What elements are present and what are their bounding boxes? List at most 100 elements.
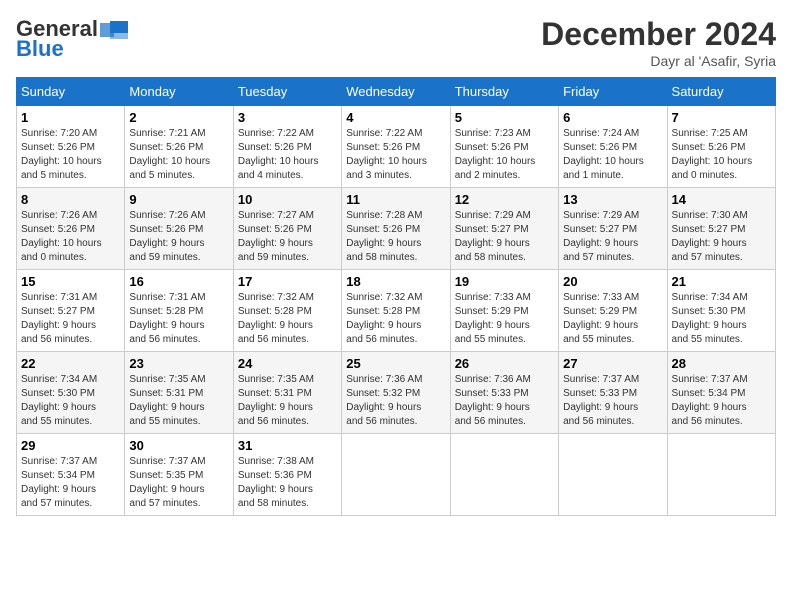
- day-number: 4: [346, 110, 445, 125]
- day-info: Sunrise: 7:37 AM Sunset: 5:35 PM Dayligh…: [129, 455, 228, 511]
- day-number: 9: [129, 192, 228, 207]
- calendar-cell: 2 Sunrise: 7:21 AM Sunset: 5:26 PM Daylig…: [125, 106, 233, 188]
- day-number: 29: [21, 438, 120, 453]
- calendar-cell: 16 Sunrise: 7:31 AM Sunset: 5:28 PM Dayli…: [125, 270, 233, 352]
- calendar-cell: 9 Sunrise: 7:26 AM Sunset: 5:26 PM Daylig…: [125, 188, 233, 270]
- day-number: 20: [563, 274, 662, 289]
- calendar-cell: 13 Sunrise: 7:29 AM Sunset: 5:27 PM Dayli…: [559, 188, 667, 270]
- header-day-sunday: Sunday: [17, 78, 125, 106]
- day-info: Sunrise: 7:24 AM Sunset: 5:26 PM Dayligh…: [563, 127, 662, 183]
- calendar-cell: [667, 434, 775, 516]
- day-info: Sunrise: 7:36 AM Sunset: 5:33 PM Dayligh…: [455, 373, 554, 429]
- calendar-cell: 26 Sunrise: 7:36 AM Sunset: 5:33 PM Dayli…: [450, 352, 558, 434]
- day-number: 25: [346, 356, 445, 371]
- calendar-cell: 18 Sunrise: 7:32 AM Sunset: 5:28 PM Dayli…: [342, 270, 450, 352]
- month-title: December 2024: [541, 16, 776, 53]
- calendar-cell: 27 Sunrise: 7:37 AM Sunset: 5:33 PM Dayli…: [559, 352, 667, 434]
- calendar-cell: 28Sunrise: 7:37 AM Sunset: 5:34 PM Dayli…: [667, 352, 775, 434]
- day-info: Sunrise: 7:22 AM Sunset: 5:26 PM Dayligh…: [346, 127, 445, 183]
- calendar-cell: 15Sunrise: 7:31 AM Sunset: 5:27 PM Dayli…: [17, 270, 125, 352]
- title-area: December 2024 Dayr al 'Asafir, Syria: [541, 16, 776, 69]
- calendar-cell: 1 Sunrise: 7:20 AM Sunset: 5:26 PM Daylig…: [17, 106, 125, 188]
- day-number: 21: [672, 274, 771, 289]
- day-info: Sunrise: 7:26 AM Sunset: 5:26 PM Dayligh…: [21, 209, 120, 265]
- day-number: 2: [129, 110, 228, 125]
- day-number: 22: [21, 356, 120, 371]
- calendar-cell: 3 Sunrise: 7:22 AM Sunset: 5:26 PM Daylig…: [233, 106, 341, 188]
- logo: General Blue: [16, 16, 130, 62]
- day-info: Sunrise: 7:35 AM Sunset: 5:31 PM Dayligh…: [238, 373, 337, 429]
- day-number: 23: [129, 356, 228, 371]
- header-day-saturday: Saturday: [667, 78, 775, 106]
- calendar-cell: 31 Sunrise: 7:38 AM Sunset: 5:36 PM Dayli…: [233, 434, 341, 516]
- day-info: Sunrise: 7:33 AM Sunset: 5:29 PM Dayligh…: [563, 291, 662, 347]
- day-info: Sunrise: 7:27 AM Sunset: 5:26 PM Dayligh…: [238, 209, 337, 265]
- header-day-monday: Monday: [125, 78, 233, 106]
- page-header: General Blue December 2024 Dayr al 'Asaf…: [16, 16, 776, 69]
- day-info: Sunrise: 7:20 AM Sunset: 5:26 PM Dayligh…: [21, 127, 120, 183]
- day-info: Sunrise: 7:34 AM Sunset: 5:30 PM Dayligh…: [21, 373, 120, 429]
- calendar-cell: 20 Sunrise: 7:33 AM Sunset: 5:29 PM Dayli…: [559, 270, 667, 352]
- location-title: Dayr al 'Asafir, Syria: [541, 53, 776, 69]
- calendar-cell: 25 Sunrise: 7:36 AM Sunset: 5:32 PM Dayli…: [342, 352, 450, 434]
- calendar-cell: 6Sunrise: 7:24 AM Sunset: 5:26 PM Daylig…: [559, 106, 667, 188]
- header-day-friday: Friday: [559, 78, 667, 106]
- week-row-3: 15Sunrise: 7:31 AM Sunset: 5:27 PM Dayli…: [17, 270, 776, 352]
- calendar-cell: 22 Sunrise: 7:34 AM Sunset: 5:30 PM Dayli…: [17, 352, 125, 434]
- day-info: Sunrise: 7:31 AM Sunset: 5:27 PM Dayligh…: [21, 291, 120, 347]
- day-info: Sunrise: 7:29 AM Sunset: 5:27 PM Dayligh…: [563, 209, 662, 265]
- calendar-cell: [559, 434, 667, 516]
- header-day-thursday: Thursday: [450, 78, 558, 106]
- day-info: Sunrise: 7:22 AM Sunset: 5:26 PM Dayligh…: [238, 127, 337, 183]
- calendar-body: 1 Sunrise: 7:20 AM Sunset: 5:26 PM Daylig…: [17, 106, 776, 516]
- calendar-cell: 24 Sunrise: 7:35 AM Sunset: 5:31 PM Dayli…: [233, 352, 341, 434]
- day-info: Sunrise: 7:32 AM Sunset: 5:28 PM Dayligh…: [346, 291, 445, 347]
- calendar-cell: 12Sunrise: 7:29 AM Sunset: 5:27 PM Dayli…: [450, 188, 558, 270]
- day-info: Sunrise: 7:23 AM Sunset: 5:26 PM Dayligh…: [455, 127, 554, 183]
- calendar-cell: 21 Sunrise: 7:34 AM Sunset: 5:30 PM Dayli…: [667, 270, 775, 352]
- day-number: 17: [238, 274, 337, 289]
- day-info: Sunrise: 7:32 AM Sunset: 5:28 PM Dayligh…: [238, 291, 337, 347]
- day-info: Sunrise: 7:26 AM Sunset: 5:26 PM Dayligh…: [129, 209, 228, 265]
- calendar-cell: [342, 434, 450, 516]
- calendar-cell: 30 Sunrise: 7:37 AM Sunset: 5:35 PM Dayli…: [125, 434, 233, 516]
- day-number: 3: [238, 110, 337, 125]
- day-info: Sunrise: 7:35 AM Sunset: 5:31 PM Dayligh…: [129, 373, 228, 429]
- day-number: 31: [238, 438, 337, 453]
- day-number: 12: [455, 192, 554, 207]
- day-number: 19: [455, 274, 554, 289]
- calendar-cell: 4 Sunrise: 7:22 AM Sunset: 5:26 PM Daylig…: [342, 106, 450, 188]
- calendar-cell: 14Sunrise: 7:30 AM Sunset: 5:27 PM Dayli…: [667, 188, 775, 270]
- day-number: 24: [238, 356, 337, 371]
- day-number: 30: [129, 438, 228, 453]
- calendar-cell: 7Sunrise: 7:25 AM Sunset: 5:26 PM Daylig…: [667, 106, 775, 188]
- day-number: 18: [346, 274, 445, 289]
- day-number: 1: [21, 110, 120, 125]
- calendar-cell: 8 Sunrise: 7:26 AM Sunset: 5:26 PM Daylig…: [17, 188, 125, 270]
- calendar-cell: 10Sunrise: 7:27 AM Sunset: 5:26 PM Dayli…: [233, 188, 341, 270]
- calendar-cell: 19Sunrise: 7:33 AM Sunset: 5:29 PM Dayli…: [450, 270, 558, 352]
- day-info: Sunrise: 7:31 AM Sunset: 5:28 PM Dayligh…: [129, 291, 228, 347]
- day-number: 13: [563, 192, 662, 207]
- calendar-cell: 29Sunrise: 7:37 AM Sunset: 5:34 PM Dayli…: [17, 434, 125, 516]
- logo-icon: [100, 19, 130, 41]
- day-info: Sunrise: 7:34 AM Sunset: 5:30 PM Dayligh…: [672, 291, 771, 347]
- day-number: 16: [129, 274, 228, 289]
- day-number: 5: [455, 110, 554, 125]
- day-number: 26: [455, 356, 554, 371]
- calendar-cell: 17 Sunrise: 7:32 AM Sunset: 5:28 PM Dayli…: [233, 270, 341, 352]
- day-info: Sunrise: 7:21 AM Sunset: 5:26 PM Dayligh…: [129, 127, 228, 183]
- week-row-5: 29Sunrise: 7:37 AM Sunset: 5:34 PM Dayli…: [17, 434, 776, 516]
- day-info: Sunrise: 7:38 AM Sunset: 5:36 PM Dayligh…: [238, 455, 337, 511]
- day-info: Sunrise: 7:37 AM Sunset: 5:33 PM Dayligh…: [563, 373, 662, 429]
- day-info: Sunrise: 7:36 AM Sunset: 5:32 PM Dayligh…: [346, 373, 445, 429]
- week-row-2: 8 Sunrise: 7:26 AM Sunset: 5:26 PM Daylig…: [17, 188, 776, 270]
- day-number: 27: [563, 356, 662, 371]
- day-number: 7: [672, 110, 771, 125]
- calendar-cell: 23 Sunrise: 7:35 AM Sunset: 5:31 PM Dayli…: [125, 352, 233, 434]
- day-number: 8: [21, 192, 120, 207]
- day-info: Sunrise: 7:28 AM Sunset: 5:26 PM Dayligh…: [346, 209, 445, 265]
- calendar-header: SundayMondayTuesdayWednesdayThursdayFrid…: [17, 78, 776, 106]
- logo-blue-text: Blue: [16, 36, 64, 62]
- week-row-1: 1 Sunrise: 7:20 AM Sunset: 5:26 PM Daylig…: [17, 106, 776, 188]
